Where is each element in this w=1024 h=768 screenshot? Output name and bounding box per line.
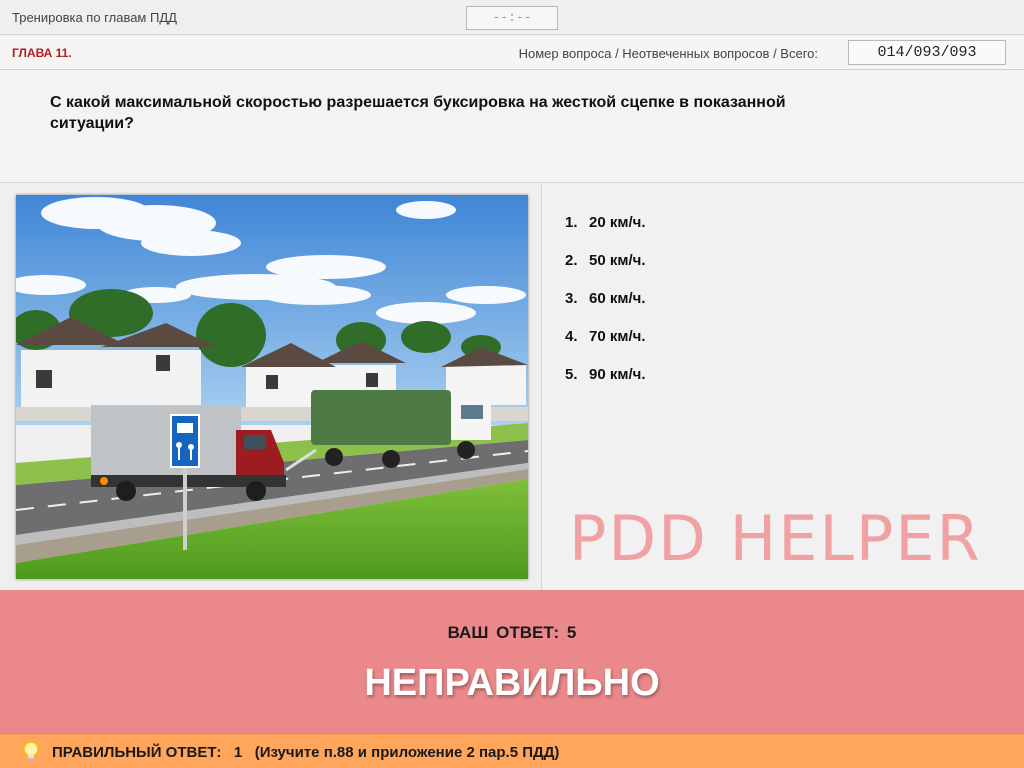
answer-option-2[interactable]: 2. 50 км/ч.: [565, 252, 646, 269]
result-panel: ВАШ ОТВЕТ: 5 НЕПРАВИЛЬНО: [0, 590, 1024, 733]
answer-label: 70 км/ч.: [589, 328, 646, 345]
answer-option-5[interactable]: 5. 90 км/ч.: [565, 366, 646, 383]
answer-option-3[interactable]: 3. 60 км/ч.: [565, 290, 646, 307]
answer-number: 5.: [565, 366, 578, 383]
correct-answer-bar: ПРАВИЛЬНЫЙ ОТВЕТ: 1 (Изучите п.88 и прил…: [0, 733, 1024, 768]
your-answer-value: 5: [566, 623, 577, 642]
app-title: Тренировка по главам ПДД: [12, 10, 177, 25]
illustration-panel: [0, 184, 542, 590]
chapter-bar: ГЛАВА 11. Номер вопроса / Неотвеченных в…: [0, 36, 1024, 70]
question-text: С какой максимальной скоростью разрешает…: [50, 94, 786, 132]
your-answer-label: ВАШ ОТВЕТ:: [447, 623, 560, 642]
question-illustration: [16, 195, 528, 579]
answer-number: 4.: [565, 328, 578, 345]
question-counter-label: Номер вопроса / Неотвеченных вопросов / …: [518, 46, 818, 61]
answer-option-4[interactable]: 4. 70 км/ч.: [565, 328, 646, 345]
question-panel: С какой максимальной скоростью разрешает…: [0, 70, 1024, 183]
living-zone-sign-icon: [170, 414, 200, 468]
answer-label: 50 км/ч.: [589, 252, 646, 269]
title-bar: Тренировка по главам ПДД --:--: [0, 0, 1024, 35]
timer-display: --:--: [466, 6, 558, 30]
answers-panel: 1. 20 км/ч. 2. 50 км/ч. 3. 60 км/ч. 4. 70 км…: [543, 184, 1024, 590]
your-answer: ВАШ ОТВЕТ: 5: [0, 623, 1024, 643]
question-counter: 014/093/093: [848, 40, 1006, 65]
answer-number: 1.: [565, 214, 578, 231]
correct-answer-text: ПРАВИЛЬНЫЙ ОТВЕТ: 1 (Изучите п.88 и прил…: [52, 744, 559, 761]
answer-label: 20 км/ч.: [589, 214, 646, 231]
correct-answer-value: 1: [233, 744, 243, 761]
answer-option-1[interactable]: 1. 20 км/ч.: [565, 214, 646, 231]
lightbulb-icon: [23, 740, 39, 761]
answer-label: 60 км/ч.: [589, 290, 646, 307]
verdict-text: НЕПРАВИЛЬНО: [364, 662, 660, 704]
correct-answer-label: ПРАВИЛЬНЫЙ ОТВЕТ:: [52, 744, 222, 761]
correct-answer-hint: (Изучите п.88 и приложение 2 пар.5 ПДД): [254, 744, 560, 761]
answer-label: 90 км/ч.: [589, 366, 646, 383]
watermark: PDD HELPER: [569, 502, 982, 575]
answer-number: 2.: [565, 252, 578, 269]
answer-number: 3.: [565, 290, 578, 307]
chapter-title: ГЛАВА 11.: [12, 46, 72, 60]
